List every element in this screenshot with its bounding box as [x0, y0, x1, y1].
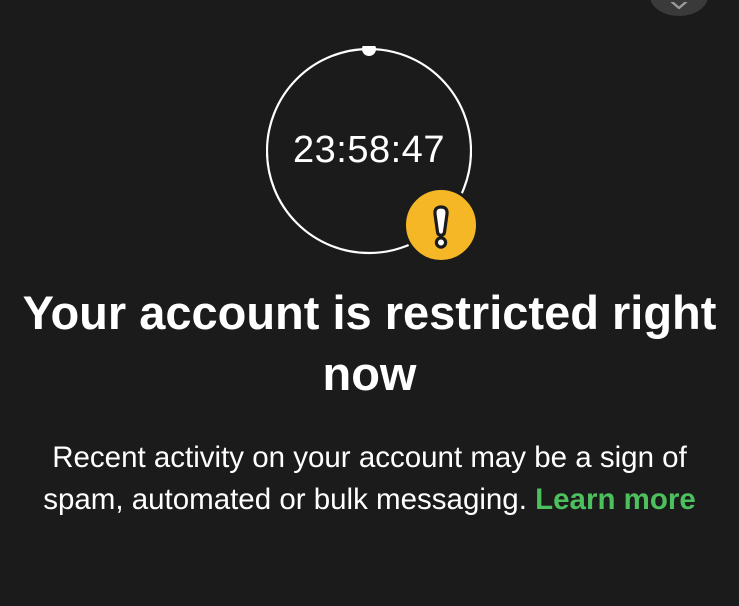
exclamation-icon: [433, 205, 449, 249]
page-title: Your account is restricted right now: [22, 286, 717, 400]
close-icon: [670, 2, 688, 10]
restriction-description: Recent activity on your account may be a…: [20, 437, 719, 521]
countdown-timer: 23:58:47: [266, 46, 479, 263]
close-button[interactable]: [650, 0, 708, 16]
timer-value: 23:58:47: [293, 129, 445, 171]
timer-progress-dot: [362, 46, 376, 56]
warning-badge: [403, 187, 479, 263]
learn-more-link[interactable]: Learn more: [535, 483, 696, 516]
